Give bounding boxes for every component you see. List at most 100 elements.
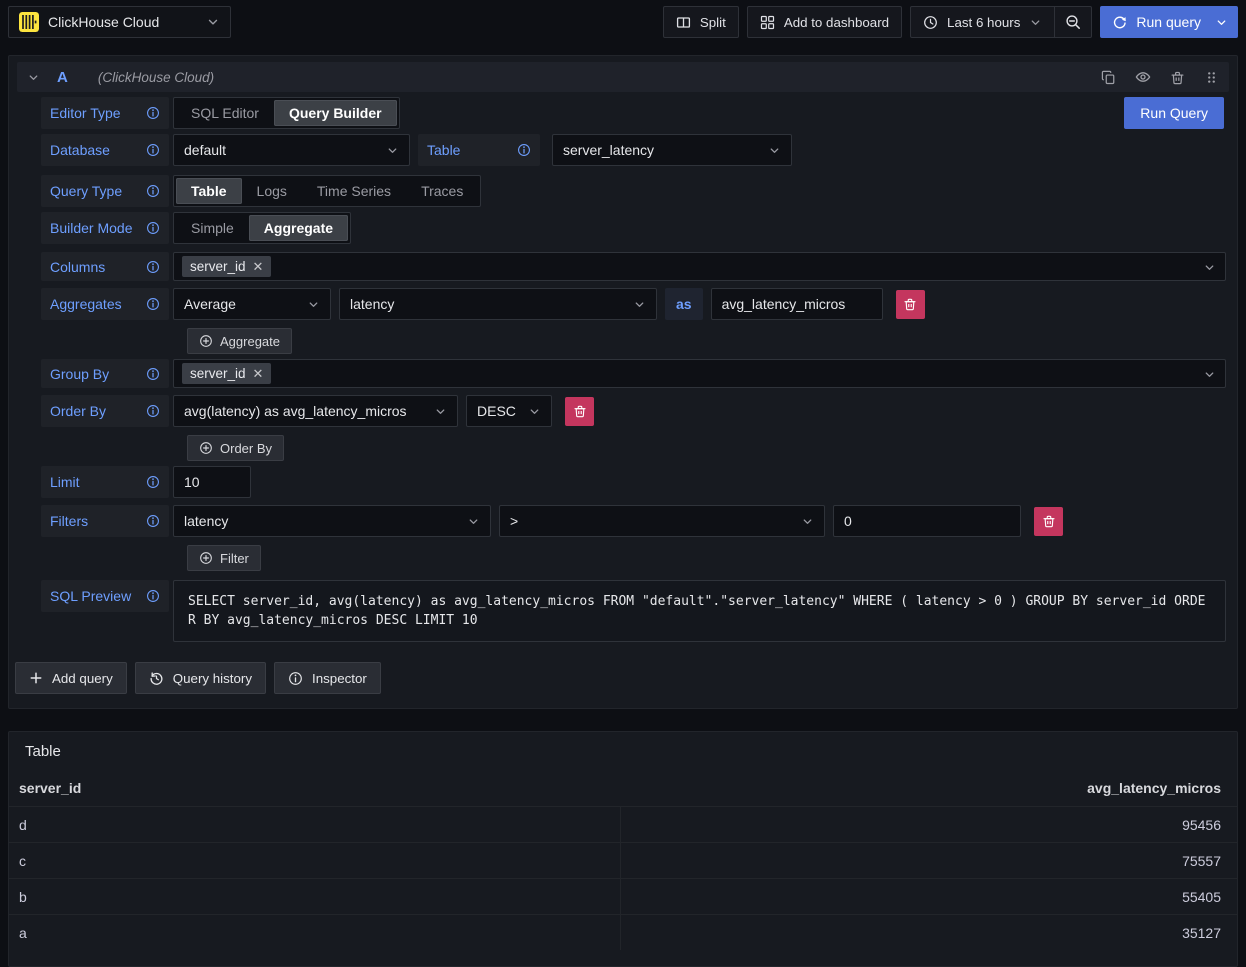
aggregate-function-select[interactable]: Average — [173, 288, 331, 320]
add-aggregate-button[interactable]: Aggregate — [187, 328, 292, 354]
field-label-text: Table — [427, 142, 460, 158]
aggregate-column-select[interactable]: latency — [339, 288, 657, 320]
results-table-panel: Table server_id avg_latency_micros d 954… — [8, 731, 1238, 967]
split-button[interactable]: Split — [663, 6, 739, 38]
filters-label: Filters — [41, 505, 169, 537]
column-header-avg-latency-micros[interactable]: avg_latency_micros — [620, 780, 1221, 796]
group-by-chip: server_id ✕ — [182, 363, 271, 384]
eye-icon — [1135, 69, 1151, 85]
info-circle-icon[interactable] — [146, 297, 160, 311]
info-circle-icon[interactable] — [146, 184, 160, 198]
plus-circle-icon — [199, 551, 213, 565]
run-query-caret[interactable] — [1211, 16, 1238, 29]
chevron-down-icon — [467, 515, 480, 528]
plus-circle-icon — [199, 441, 213, 455]
query-history-button[interactable]: Query history — [135, 662, 266, 694]
run-query-panel-button[interactable]: Run Query — [1124, 97, 1224, 129]
info-circle-icon[interactable] — [146, 260, 160, 274]
query-type-option-table[interactable]: Table — [176, 178, 242, 204]
field-label-text: Query Type — [50, 183, 122, 199]
group-by-label: Group By — [41, 359, 169, 388]
group-by-multiselect[interactable]: server_id ✕ — [173, 359, 1226, 388]
order-by-row: Order By avg(latency) as avg_latency_mic… — [41, 395, 1226, 427]
apps-grid-icon — [760, 15, 775, 30]
order-by-direction-select[interactable]: DESC — [466, 395, 552, 427]
trash-icon — [903, 297, 917, 311]
chip-remove-icon[interactable]: ✕ — [253, 260, 264, 273]
datasource-picker[interactable]: ClickHouse Cloud — [8, 6, 231, 38]
table-label: Table — [418, 134, 540, 166]
limit-label: Limit — [41, 466, 169, 498]
database-select[interactable]: default — [173, 134, 410, 166]
cell-avg-latency: 55405 — [621, 879, 1238, 914]
plus-icon — [29, 671, 43, 685]
info-circle-icon[interactable] — [146, 221, 160, 235]
collapse-chevron-icon[interactable] — [27, 71, 40, 84]
info-circle-icon[interactable] — [146, 475, 160, 489]
order-by-field-select[interactable]: avg(latency) as avg_latency_micros — [173, 395, 458, 427]
filter-field-select[interactable]: latency — [173, 505, 491, 537]
inspector-button[interactable]: Inspector — [274, 662, 381, 694]
info-circle-icon — [288, 671, 303, 686]
builder-mode-option-aggregate[interactable]: Aggregate — [249, 215, 348, 241]
editor-type-option-sql-editor[interactable]: SQL Editor — [176, 100, 274, 126]
info-circle-icon[interactable] — [517, 143, 531, 157]
add-filter-button[interactable]: Filter — [187, 545, 261, 571]
chevron-down-icon — [768, 144, 781, 157]
info-circle-icon[interactable] — [146, 367, 160, 381]
filters-row: Filters latency > — [41, 505, 1226, 537]
info-circle-icon[interactable] — [146, 404, 160, 418]
info-circle-icon[interactable] — [146, 106, 160, 120]
aggregates-label: Aggregates — [41, 288, 169, 320]
info-circle-icon[interactable] — [146, 589, 160, 603]
search-minus-icon — [1065, 14, 1081, 30]
time-range-picker[interactable]: Last 6 hours — [910, 6, 1055, 38]
remove-order-by-button[interactable] — [565, 397, 594, 426]
column-header-server-id[interactable]: server_id — [19, 780, 620, 796]
add-query-button[interactable]: Add query — [15, 662, 127, 694]
chip-remove-icon[interactable]: ✕ — [253, 367, 264, 380]
add-to-dashboard-button[interactable]: Add to dashboard — [747, 6, 902, 38]
table-select[interactable]: server_latency — [552, 134, 792, 166]
cell-avg-latency: 95456 — [621, 807, 1238, 842]
delete-query-button[interactable] — [1170, 70, 1185, 85]
remove-filter-button[interactable] — [1034, 507, 1063, 536]
filter-operator-select[interactable]: > — [499, 505, 825, 537]
field-label-text: Columns — [50, 259, 105, 275]
cell-avg-latency: 75557 — [621, 843, 1238, 878]
field-label-text: Limit — [50, 474, 80, 490]
query-row-header[interactable]: A (ClickHouse Cloud) — [17, 62, 1229, 92]
filter-value-input[interactable] — [833, 505, 1021, 537]
query-type-option-logs[interactable]: Logs — [242, 178, 302, 204]
add-order-by-button[interactable]: Order By — [187, 435, 284, 461]
limit-input[interactable] — [173, 466, 251, 498]
query-footer-actions: Add query Query history Inspector — [15, 662, 1237, 694]
field-label-text: Filters — [50, 513, 88, 529]
columns-row: Columns server_id ✕ — [41, 252, 1226, 281]
run-query-split-button[interactable]: Run query — [1100, 6, 1238, 38]
sql-preview-row: SQL Preview SELECT server_id, avg(latenc… — [41, 580, 1226, 642]
plus-circle-icon — [199, 334, 213, 348]
aggregate-column-value: latency — [350, 296, 394, 312]
drag-handle[interactable] — [1204, 70, 1219, 85]
duplicate-icon — [1101, 70, 1116, 85]
split-label: Split — [700, 15, 726, 30]
table-row[interactable]: a 35127 — [9, 914, 1237, 950]
zoom-out-button[interactable] — [1055, 6, 1092, 38]
columns-multiselect[interactable]: server_id ✕ — [173, 252, 1226, 281]
builder-mode-option-simple[interactable]: Simple — [176, 215, 249, 241]
sql-preview-text: SELECT server_id, avg(latency) as avg_la… — [173, 580, 1226, 642]
info-circle-icon[interactable] — [146, 143, 160, 157]
table-row[interactable]: b 55405 — [9, 878, 1237, 914]
aggregate-alias-input[interactable] — [711, 288, 883, 320]
query-type-option-traces[interactable]: Traces — [406, 178, 478, 204]
table-row[interactable]: c 75557 — [9, 842, 1237, 878]
editor-type-option-query-builder[interactable]: Query Builder — [274, 100, 397, 126]
table-row[interactable]: d 95456 — [9, 806, 1237, 842]
query-editor-panel: A (ClickHouse Cloud) Editor Type SQL Edi… — [8, 55, 1238, 709]
info-circle-icon[interactable] — [146, 514, 160, 528]
remove-aggregate-button[interactable] — [896, 290, 925, 319]
duplicate-query-button[interactable] — [1101, 70, 1116, 85]
toggle-visibility-button[interactable] — [1135, 69, 1151, 85]
query-type-option-time-series[interactable]: Time Series — [302, 178, 406, 204]
